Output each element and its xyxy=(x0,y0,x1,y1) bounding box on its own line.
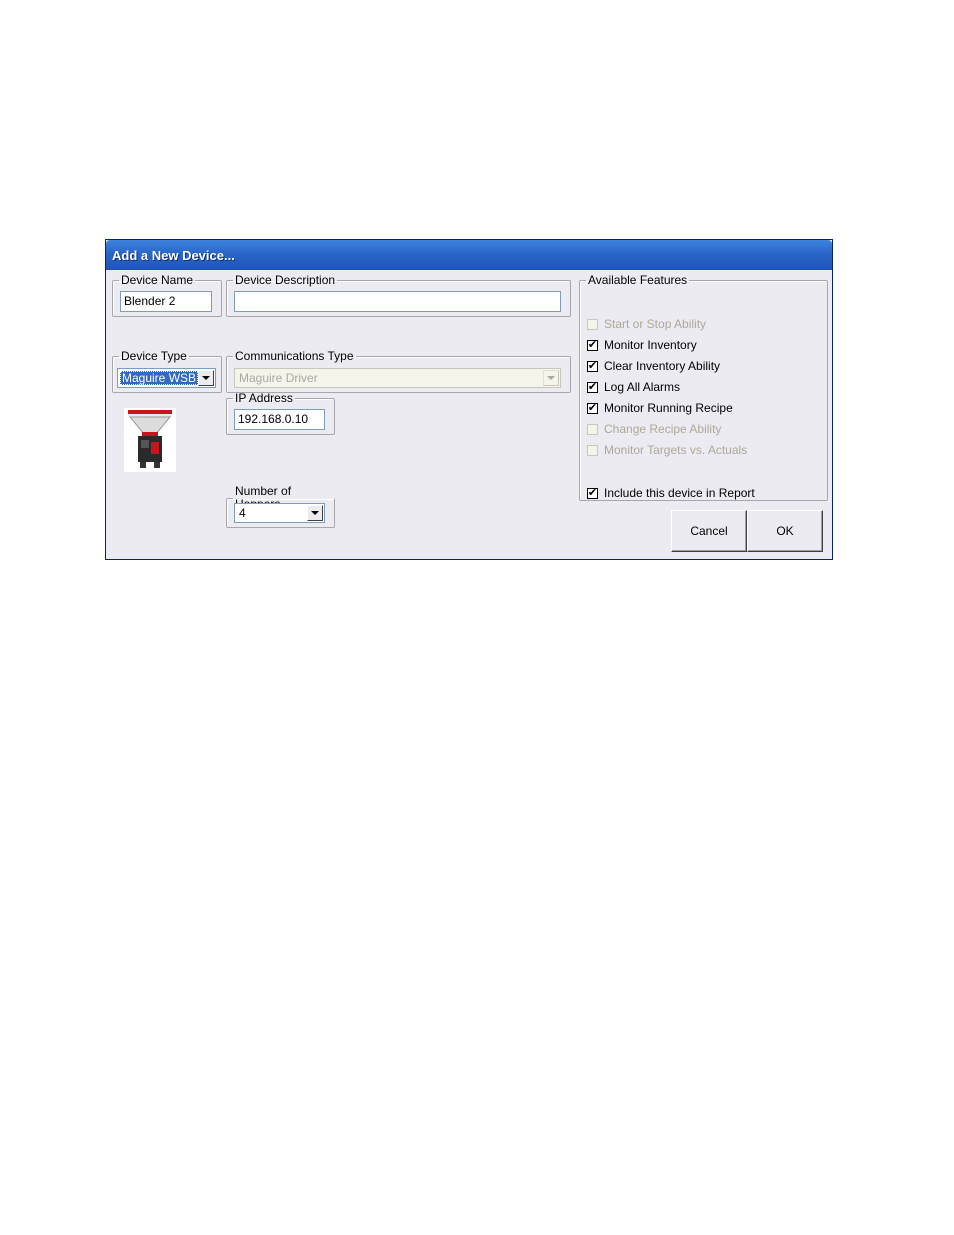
dialog-title: Add a New Device... xyxy=(112,248,235,263)
device-type-dropdown-button[interactable] xyxy=(198,370,214,386)
device-type-label: Device Type xyxy=(121,349,187,363)
feature-label: Start or Stop Ability xyxy=(604,317,707,331)
communications-type-value: Maguire Driver xyxy=(239,371,318,385)
number-of-hoppers-value: 4 xyxy=(239,506,246,520)
checkbox-box[interactable] xyxy=(587,444,598,456)
device-description-input[interactable] xyxy=(234,291,561,312)
feature-checkbox[interactable]: ✔ Log All Alarms xyxy=(587,380,680,394)
communications-type-select[interactable]: Maguire Driver xyxy=(234,368,561,388)
checkbox-box[interactable]: ✔ xyxy=(587,360,598,372)
add-device-dialog: Add a New Device... Device Name Blender … xyxy=(105,239,833,560)
feature-checkbox[interactable]: ✔ Clear Inventory Ability xyxy=(587,359,720,373)
device-description-label: Device Description xyxy=(235,273,336,287)
feature-label: Clear Inventory Ability xyxy=(604,359,721,373)
feature-label: Change Recipe Ability xyxy=(604,422,722,436)
chevron-down-icon xyxy=(202,376,210,380)
feature-label: Log All Alarms xyxy=(604,380,681,394)
ok-button[interactable]: OK xyxy=(747,510,823,552)
blender-image xyxy=(124,408,176,472)
feature-checkbox[interactable]: ✔ Monitor Inventory xyxy=(587,338,697,352)
device-type-select[interactable]: Maguire WSB xyxy=(117,368,216,388)
dialog-titlebar[interactable]: Add a New Device... xyxy=(106,240,832,270)
communications-type-dropdown-button[interactable] xyxy=(543,370,559,386)
communications-type-label: Communications Type xyxy=(235,349,354,363)
checkbox-box[interactable] xyxy=(587,423,598,435)
number-of-hoppers-dropdown-button[interactable] xyxy=(307,505,323,521)
feature-label: Monitor Inventory xyxy=(604,338,697,352)
checkbox-box[interactable]: ✔ xyxy=(587,339,598,351)
feature-label: Monitor Targets vs. Actuals xyxy=(604,443,748,457)
feature-checkbox[interactable]: Monitor Targets vs. Actuals xyxy=(587,443,747,457)
chevron-down-icon xyxy=(547,376,555,380)
ip-address-label: IP Address xyxy=(235,391,293,405)
checkbox-box[interactable] xyxy=(587,318,598,330)
device-name-input[interactable]: Blender 2 xyxy=(120,291,212,312)
feature-label: Monitor Running Recipe xyxy=(604,401,733,415)
include-in-report-checkbox[interactable]: ✔ Include this device in Report xyxy=(587,486,755,500)
include-in-report-label: Include this device in Report xyxy=(604,486,755,500)
feature-checkbox[interactable]: Change Recipe Ability xyxy=(587,422,721,436)
available-features-label: Available Features xyxy=(588,273,688,287)
feature-checkbox[interactable]: Start or Stop Ability xyxy=(587,317,706,331)
cancel-button[interactable]: Cancel xyxy=(671,510,747,552)
checkbox-box[interactable]: ✔ xyxy=(587,381,598,393)
blender-icon xyxy=(124,408,176,472)
chevron-down-icon xyxy=(311,511,319,515)
checkbox-box[interactable]: ✔ xyxy=(587,402,598,414)
ip-address-input[interactable]: 192.168.0.10 xyxy=(234,409,325,430)
number-of-hoppers-select[interactable]: 4 xyxy=(234,503,325,523)
checkbox-box[interactable]: ✔ xyxy=(587,487,598,499)
device-name-label: Device Name xyxy=(121,273,194,287)
device-type-value: Maguire WSB xyxy=(120,371,199,385)
feature-checkbox[interactable]: ✔ Monitor Running Recipe xyxy=(587,401,733,415)
